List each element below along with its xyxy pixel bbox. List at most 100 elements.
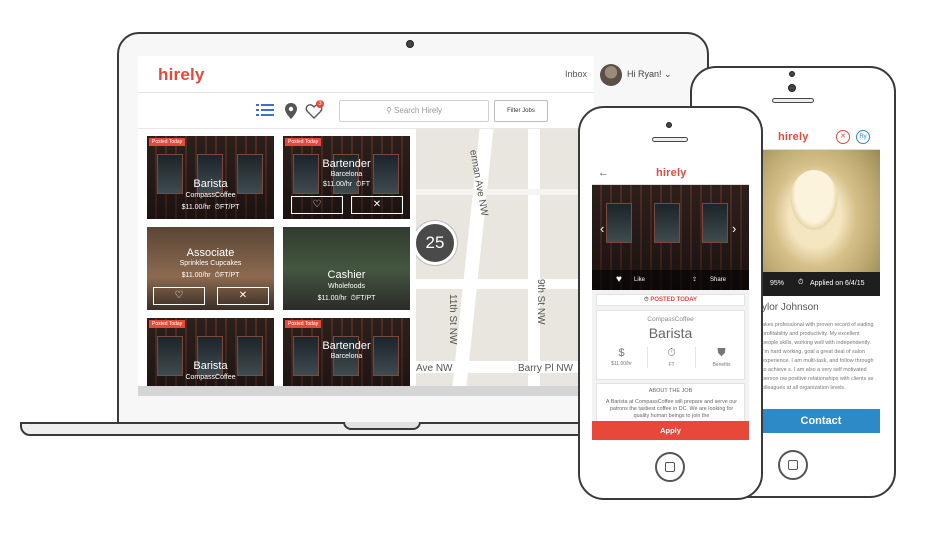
dismiss-button[interactable]: ✕ [217,287,269,305]
benefits-label: Benefits [712,362,731,368]
search-input[interactable]: ⚲ Search Hirely [339,100,489,122]
photo-actions-bar: ♥ Like ⇪ Share [592,270,749,290]
job-card[interactable]: Posted Today Bartender Barcelona [283,318,410,386]
company-name: CompassCoffee [185,192,236,199]
device-mockup: hirely 3 ⚲ Search Hirely Filter Jobs Pos… [0,0,939,535]
app-header: hirely [138,56,594,93]
laptop-screen: hirely 3 ⚲ Search Hirely Filter Jobs Pos… [138,56,594,386]
like-button[interactable]: ♡ [153,287,205,305]
close-icon: ✕ [372,199,382,210]
job-card[interactable]: Cashier Wholefoods $11.00/hr ⏱FT/PT [283,227,410,310]
clock-icon: ⏱ [667,347,676,359]
chevron-left-icon[interactable]: ‹ [600,221,604,236]
job-summary-card: CompassCoffee Barista $ $11.00/hr ⏱ FT ⛊… [596,310,745,380]
applied-date: Applied on 6/4/15 [810,280,865,287]
benefits-column: ⛊ Benefits [697,347,746,368]
back-phone-camera [789,71,795,77]
pay-rate: $11.00/hr [611,361,632,367]
posted-today-banner: ⏱ POSTED TODAY [596,294,745,306]
dismiss-button[interactable]: ✕ [351,196,403,214]
front-phone-home-button[interactable] [655,452,685,482]
front-phone-camera [666,122,672,128]
laptop-base [20,422,634,436]
job-type: FT/PT [355,295,376,302]
street-label: Ave NW [416,363,453,374]
heart-icon[interactable]: ♥ [616,274,622,285]
job-detail-header: ← hirely [592,163,749,185]
pay-rate: $11.00/hr [317,295,347,302]
job-type: FT/PT [219,204,240,211]
job-type: FT/PT [219,272,240,279]
search-placeholder: Search Hirely [394,106,443,115]
apply-button[interactable]: Apply [592,421,749,440]
job-card[interactable]: Posted Today Barista CompassCoffee [147,318,274,386]
candidate-name: ylor Johnson [762,302,819,313]
greeting-text: Hi Ryan! [627,69,662,79]
street-label: 11th St NW [447,294,458,345]
filter-jobs-button[interactable]: Filter Jobs [494,100,548,122]
street-label: Barry Pl NW [518,363,573,374]
candidate-screen: hirely ✕ Ry 95% ⏱ Applied on 6/4/15 ylor… [762,126,880,439]
back-phone-home-button[interactable] [778,450,808,480]
map[interactable]: erman Ave NW 11th St NW 9th St NW Ave NW… [416,129,594,386]
match-percent: 95% [770,280,785,287]
back-arrow-icon[interactable]: ← [598,167,609,179]
toolbar: 3 ⚲ Search Hirely Filter Jobs [138,93,594,129]
list-icon[interactable] [256,102,274,120]
share-icon[interactable]: ⇪ [692,276,697,283]
candidate-header: hirely ✕ Ry [762,126,880,150]
company-name: Barcelona [330,353,363,360]
avatar[interactable] [600,64,622,86]
company-name: CompassCoffee [185,374,236,381]
search-icon: ⚲ [385,106,395,115]
job-title: Barista [648,325,693,341]
hirely-logo[interactable]: hirely [158,65,205,85]
company-name: Barcelona [330,171,363,178]
posted-today-text: POSTED TODAY [650,297,698,303]
map-cluster-marker[interactable]: 25 [416,221,457,265]
job-meta: $11.00/hr ⏱FT/PT [283,295,410,303]
inbox-link[interactable]: Inbox [565,69,587,79]
job-meta: $11.00/hr ⏱FT [283,181,410,189]
pay-rate: $11.00/hr [323,181,353,188]
job-title: Associate [186,247,235,259]
back-phone-front-camera [788,84,796,92]
laptop-chin [138,386,594,396]
job-title: Bartender [322,340,371,352]
like-button[interactable]: ♡ [291,196,343,214]
heart-icon: ♡ [312,199,322,210]
job-card[interactable]: Posted Today Bartender Barcelona $11.00/… [283,136,410,219]
hirely-logo: hirely [656,167,687,179]
company-name: Wholefoods [328,283,365,290]
hours-column: ⏱ FT [647,347,696,368]
pay-column: $ $11.00/hr [597,347,646,367]
job-title: Barista [193,360,228,372]
posted-today-badge: Posted Today [149,138,186,146]
map-pin-icon[interactable] [282,102,300,120]
laptop-camera [406,40,414,48]
job-meta: $11.00/hr ⏱FT/PT [147,204,274,212]
share-label[interactable]: Share [710,277,726,283]
job-card[interactable]: Associate Sprinkles Cupcakes $11.00/hr ⏱… [147,227,274,310]
like-label[interactable]: Like [634,277,645,283]
heart-badge: 3 [316,100,324,108]
about-text: A Barista at CompassCoffee will prepare … [605,399,738,419]
candidate-stats-bar: 95% ⏱ Applied on 6/4/15 [762,272,880,296]
user-menu[interactable]: Hi Ryan! ⌄ [627,69,672,80]
clock-icon: ⏱ [798,279,804,286]
job-title: Barista [193,178,228,190]
laptop-notch [343,422,421,430]
contact-button[interactable]: Contact [762,409,880,433]
job-title: Bartender [322,158,371,170]
reject-button[interactable]: ✕ [836,130,850,144]
company-name: CompassCoffee [647,316,694,323]
coffee-shop-photo [283,318,410,386]
job-detail-screen: ← hirely ‹ › ♥ Like ⇪ Share ⏱ POSTED TOD… [592,163,749,440]
profile-avatar-button[interactable]: Ry [856,130,870,144]
job-meta: $11.00/hr ⏱FT/PT [147,272,274,280]
job-card-grid: Posted Today Barista CompassCoffee $11.0… [147,136,412,386]
chevron-right-icon[interactable]: › [732,221,736,236]
job-card[interactable]: Posted Today Barista CompassCoffee $11.0… [147,136,274,219]
job-title: Cashier [327,269,366,281]
posted-today-badge: Posted Today [285,138,322,146]
